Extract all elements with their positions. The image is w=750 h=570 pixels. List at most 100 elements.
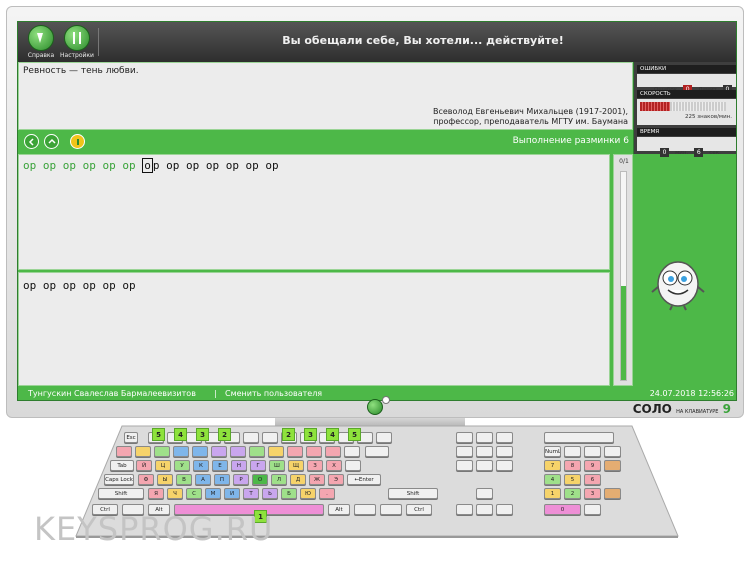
key-backspace[interactable] [365,446,389,457]
key-tab[interactable]: Tab [110,460,134,471]
key-letter[interactable]: Д [290,474,306,485]
help-button[interactable]: Справка [24,25,58,59]
key-number[interactable] [306,446,322,457]
key-numpad-digit[interactable]: 8 [564,460,581,471]
time-seconds-label: сек. [709,150,721,156]
key-numpad-divide[interactable] [564,446,581,457]
power-button[interactable] [367,396,390,415]
key-letter[interactable]: Ы [157,474,173,485]
key-letter[interactable]: Ц [155,460,171,471]
key-letter[interactable]: У [174,460,190,471]
key-letter[interactable]: И [224,488,240,499]
key-nav[interactable] [456,446,473,457]
key-alt-right[interactable]: Alt [328,504,350,515]
key-nav[interactable] [476,460,493,471]
key-number[interactable] [173,446,189,457]
key-number[interactable] [268,446,284,457]
key-letter[interactable]: П [214,474,230,485]
key-letter[interactable]: Э [328,474,344,485]
key-nav[interactable] [496,460,513,471]
key-letter[interactable]: Ч [167,488,183,499]
key-win-right[interactable] [354,504,376,515]
key-numpad-zero[interactable]: 0 [544,504,581,515]
change-user-link[interactable]: Сменить пользователя [225,386,322,400]
key-numpad-plus[interactable] [604,460,621,471]
key-numpad-top[interactable] [544,432,614,443]
key-letter[interactable]: Ь [262,488,278,499]
up-button[interactable] [44,134,59,149]
key-letter[interactable]: О [252,474,268,485]
key-number[interactable] [135,446,151,457]
key-letter[interactable]: А [195,474,211,485]
key-numpad-digit[interactable]: 9 [584,460,601,471]
key-numlock[interactable]: NumLock [544,446,561,457]
key-numpad-multiply[interactable] [584,446,601,457]
key-number[interactable] [211,446,227,457]
key-numpad-digit[interactable]: 2 [564,488,581,499]
key-nav[interactable] [456,432,473,443]
key-nav[interactable] [456,460,473,471]
key-letter[interactable]: Х [326,460,342,471]
key-numpad-digit[interactable]: 7 [544,460,561,471]
key-number[interactable] [192,446,208,457]
key-letter[interactable]: Т [243,488,259,499]
key-letter[interactable]: Ш [269,460,285,471]
key-number[interactable] [116,446,132,457]
key-shift-right[interactable]: Shift [388,488,438,499]
key-shift-left[interactable]: Shift [98,488,144,499]
typing-input-area[interactable]: ор ор ор ор ор ор [18,272,610,386]
key-arrow-up[interactable] [476,488,493,499]
key-number[interactable] [249,446,265,457]
tip-button[interactable] [70,134,85,149]
key-letter[interactable]: Ж [309,474,325,485]
key-esc[interactable]: Esc [124,432,138,443]
key-numpad-digit[interactable]: 3 [584,488,601,499]
key-letter[interactable]: Я [148,488,164,499]
key-letter[interactable]: Б [281,488,297,499]
key-bracket[interactable] [345,460,361,471]
key-numpad-minus[interactable] [604,446,621,457]
key-number[interactable] [287,446,303,457]
key-letter[interactable]: Ф [138,474,154,485]
key-number[interactable] [154,446,170,457]
key-numpad-digit[interactable]: 5 [564,474,581,485]
key-letter[interactable]: Л [271,474,287,485]
key-number[interactable] [230,446,246,457]
key-menu[interactable] [380,504,402,515]
key-nav[interactable] [476,432,493,443]
key-number[interactable] [344,446,360,457]
key-letter[interactable]: З [307,460,323,471]
key-letter[interactable]: В [176,474,192,485]
key-numpad-dot[interactable] [584,504,601,515]
key-letter[interactable]: С [186,488,202,499]
key-letter[interactable]: Щ [288,460,304,471]
key-letter[interactable]: М [205,488,221,499]
key-numpad-enter[interactable] [604,488,621,499]
key-letter[interactable]: Ю [300,488,316,499]
key-numpad-digit[interactable]: 6 [584,474,601,485]
key-caps-lock[interactable]: Caps Lock [104,474,134,485]
key-nav[interactable] [496,432,513,443]
key-letter[interactable]: Е [212,460,228,471]
key-function[interactable] [243,432,259,443]
key-arrow-left[interactable] [456,504,473,515]
key-letter[interactable]: Г [250,460,266,471]
key-letter[interactable]: Р [233,474,249,485]
key-letter[interactable]: . [319,488,335,499]
key-function[interactable] [262,432,278,443]
key-number[interactable] [325,446,341,457]
key-numpad-digit[interactable]: 4 [544,474,561,485]
key-ctrl-right[interactable]: Ctrl [406,504,432,515]
key-arrow-down[interactable] [476,504,493,515]
settings-button[interactable]: Настройки [60,25,94,59]
key-letter[interactable]: Н [231,460,247,471]
key-function[interactable] [376,432,392,443]
key-nav[interactable] [476,446,493,457]
key-enter[interactable]: ←Enter [347,474,381,485]
back-button[interactable] [24,134,39,149]
key-nav[interactable] [496,446,513,457]
key-arrow-right[interactable] [496,504,513,515]
key-numpad-digit[interactable]: 1 [544,488,561,499]
key-letter[interactable]: Й [136,460,152,471]
key-letter[interactable]: К [193,460,209,471]
